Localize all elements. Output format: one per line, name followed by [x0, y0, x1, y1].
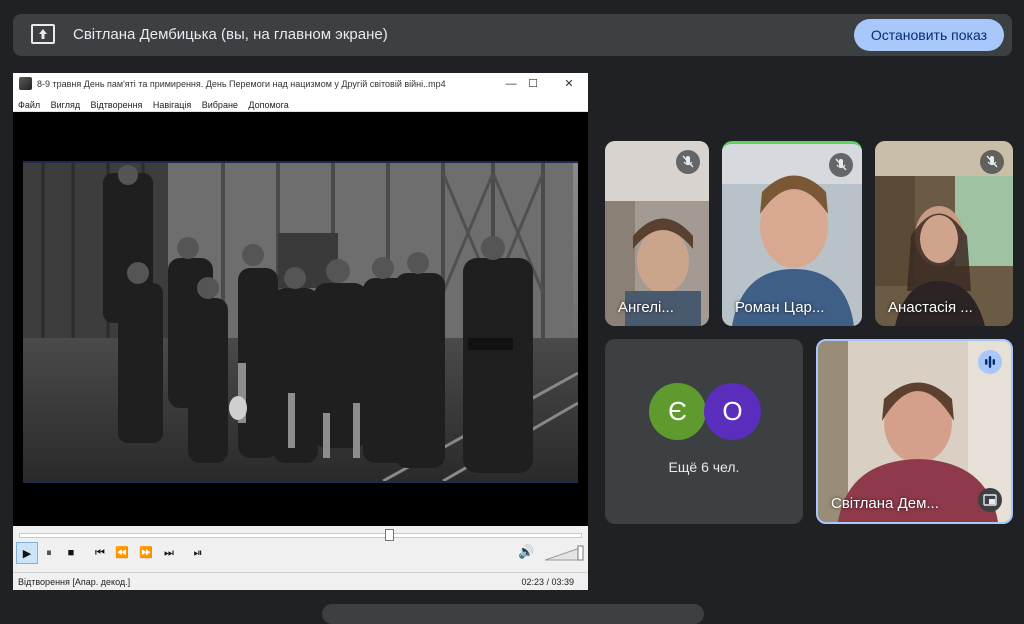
presenter-title: Світлана Дембицька (вы, на главном экран… [73, 26, 388, 43]
close-button[interactable]: ✕ [558, 73, 580, 95]
forward-button[interactable]: ⏩ [135, 542, 157, 564]
seek-bar[interactable] [19, 529, 582, 541]
avatar-letter: Є [668, 396, 687, 426]
muted-mic-icon [980, 150, 1004, 174]
participant-name: Роман Цар... [735, 299, 825, 316]
player-statusbar: Відтворення [Апар. декод.] 02:23 / 03:39 [13, 572, 588, 590]
more-participants-label: Ещё 6 чел. [668, 459, 740, 475]
playback-status: Відтворення [Апар. декод.] [18, 577, 131, 587]
media-player-window: 8-9 травня День пам'яті та примирення. Д… [13, 73, 588, 590]
avatar-letter: О [722, 396, 743, 426]
pause-button[interactable]: ⏸ [38, 542, 60, 564]
player-menubar: Файл Вигляд Відтворення Навігація Вибран… [13, 95, 588, 112]
video-frame[interactable] [23, 161, 578, 483]
player-window-title: 8-9 травня День пам'яті та примирення. Д… [37, 79, 446, 89]
menu-playback[interactable]: Відтворення [91, 97, 143, 113]
menu-navigation[interactable]: Навігація [153, 97, 191, 113]
stop-presenting-button[interactable]: Остановить показ [853, 19, 1004, 51]
speaking-indicator-icon [978, 350, 1002, 374]
present-screen-icon [31, 24, 55, 44]
player-titlebar[interactable]: 8-9 травня День пам'яті та примирення. Д… [13, 73, 588, 95]
maximize-button[interactable]: ☐ [522, 73, 544, 95]
menu-view[interactable]: Вигляд [51, 97, 81, 113]
muted-mic-icon [676, 150, 700, 174]
bottom-toolbar-edge [322, 604, 704, 624]
muted-mic-icon [829, 153, 853, 177]
stop-button[interactable]: ■ [60, 542, 82, 564]
participant-tile-3[interactable]: Анастасія ... [875, 141, 1013, 326]
volume-icon[interactable]: 🔊 [518, 544, 534, 560]
avatar: О [704, 383, 761, 440]
self-tile[interactable]: Світлана Дем... [816, 339, 1013, 524]
more-participants-tile[interactable]: Є О Ещё 6 чел. [605, 339, 803, 524]
next-button[interactable]: ⏭ [158, 542, 180, 564]
menu-help[interactable]: Допомога [248, 97, 288, 113]
participant-name: Анастасія ... [888, 299, 973, 316]
player-app-icon [19, 77, 32, 90]
time-readout: 02:23 / 03:39 [521, 577, 574, 587]
previous-button[interactable]: ⏮ [89, 542, 111, 564]
minimize-button[interactable]: — [500, 73, 522, 95]
frame-step-button[interactable]: ⏯ [187, 542, 209, 564]
player-controls: ▶ ⏸ ■ ⏮ ⏪ ⏩ ⏭ ⏯ 🔊 Відтворення [Апар. дек… [13, 526, 588, 590]
play-button[interactable]: ▶ [16, 542, 38, 564]
participant-name: Ангелі... [618, 299, 674, 316]
avatar: Є [649, 383, 706, 440]
rewind-button[interactable]: ⏪ [111, 542, 133, 564]
menu-file[interactable]: Файл [18, 97, 40, 113]
presenting-banner: Світлана Дембицька (вы, на главном экран… [13, 14, 1012, 56]
picture-in-picture-icon[interactable] [978, 488, 1002, 512]
participant-tile-1[interactable]: Ангелі... [605, 141, 709, 326]
self-name: Світлана Дем... [831, 495, 939, 512]
volume-slider[interactable] [545, 545, 585, 561]
menu-favorites[interactable]: Вибране [202, 97, 238, 113]
seek-thumb[interactable] [385, 529, 394, 541]
participant-tile-2[interactable]: Роман Цар... [722, 141, 862, 326]
